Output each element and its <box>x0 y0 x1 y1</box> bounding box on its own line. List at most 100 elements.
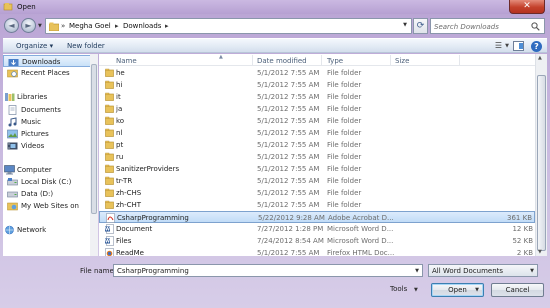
file-list-scrollbar[interactable]: ▲ ▼ <box>535 54 547 256</box>
file-type-filter-value: All Word Documents <box>432 267 504 275</box>
file-type: Firefox HTML Doc... <box>327 249 395 256</box>
help-button[interactable]: ? <box>531 41 542 52</box>
folder-icon <box>105 128 114 139</box>
file-row[interactable]: W Files 7/24/2012 8:54 AM Microsoft Word D.… <box>99 235 535 247</box>
column-type[interactable]: Type <box>327 57 343 65</box>
file-row[interactable]: he 5/1/2012 7:55 AM File folder <box>99 67 535 79</box>
music-icon <box>8 117 17 127</box>
nav-item-downloads[interactable]: Downloads <box>3 55 97 67</box>
file-row[interactable]: ru 5/1/2012 7:55 AM File folder <box>99 151 535 163</box>
file-name-label: File name: <box>80 267 117 275</box>
column-size[interactable]: Size <box>395 57 409 65</box>
file-name-input[interactable] <box>117 266 407 276</box>
nav-item-music[interactable]: Music <box>3 116 97 128</box>
breadcrumb-downloads[interactable]: Downloads <box>123 22 161 30</box>
view-dropdown-icon[interactable]: ▼ <box>505 43 509 49</box>
title-bar: Open ✕ <box>0 0 550 14</box>
nav-item-pictures[interactable]: Pictures <box>3 128 97 140</box>
column-divider[interactable] <box>459 55 460 65</box>
file-row[interactable]: ko 5/1/2012 7:55 AM File folder <box>99 115 535 127</box>
nav-item-libraries[interactable]: Libraries <box>3 91 97 103</box>
nav-label: Recent Places <box>21 69 70 77</box>
file-name: ReadMe <box>116 249 144 256</box>
scroll-down-icon[interactable]: ▼ <box>538 249 542 255</box>
breadcrumb-arrow-icon[interactable]: ▸ <box>115 22 119 30</box>
breadcrumb-arrow-icon[interactable]: ▸ <box>165 22 169 30</box>
file-row[interactable]: it 5/1/2012 7:55 AM File folder <box>99 91 535 103</box>
file-row[interactable]: hi 5/1/2012 7:55 AM File folder <box>99 79 535 91</box>
tools-button[interactable]: Tools <box>390 285 407 293</box>
nav-item-network[interactable]: Network <box>3 224 97 236</box>
documents-icon <box>8 105 17 115</box>
refresh-button[interactable]: ⟳ <box>413 18 428 34</box>
file-type: File folder <box>327 69 362 77</box>
file-name-dropdown-icon[interactable]: ▼ <box>415 268 419 274</box>
file-name-combo[interactable]: ▼ <box>113 264 423 277</box>
breadcrumb-separator-icon[interactable]: » <box>61 22 65 30</box>
network-icon <box>5 225 14 235</box>
file-date: 5/1/2012 7:55 AM <box>257 201 320 209</box>
column-name[interactable]: Name <box>116 57 137 65</box>
file-name: ko <box>116 117 125 125</box>
search-icon[interactable] <box>531 22 540 31</box>
column-date-modified[interactable]: Date modified <box>257 57 307 65</box>
nav-item-local-disk[interactable]: Local Disk (C:) <box>3 176 97 188</box>
column-divider[interactable] <box>321 55 322 65</box>
nav-item-data-drive[interactable]: Data (D:) <box>3 188 97 200</box>
address-bar[interactable]: » Megha Goel ▸ Downloads ▸ ▼ <box>45 18 412 34</box>
downloads-folder-icon <box>8 59 19 66</box>
file-row[interactable]: ReadMe 5/1/2012 7:55 AM Firefox HTML Doc..… <box>99 247 535 256</box>
preview-pane-button[interactable] <box>513 41 524 51</box>
address-dropdown-icon[interactable]: ▼ <box>403 22 407 28</box>
folder-icon <box>105 140 114 151</box>
file-date: 5/1/2012 7:55 AM <box>257 69 320 77</box>
file-type-filter[interactable]: All Word Documents ▼ <box>428 264 538 277</box>
cancel-button[interactable]: Cancel <box>491 283 544 297</box>
close-button[interactable]: ✕ <box>509 0 545 14</box>
navigation-scrollbar[interactable] <box>90 54 98 256</box>
organize-button[interactable]: Organize ▾ <box>16 42 53 50</box>
nav-item-recent-places[interactable]: Recent Places <box>3 67 97 79</box>
file-name: it <box>116 93 121 101</box>
open-dropdown-icon[interactable]: ▼ <box>475 284 479 296</box>
file-row[interactable]: CsharpProgramming 5/22/2012 9:28 AM Adobe … <box>99 211 535 223</box>
search-box[interactable] <box>430 18 545 34</box>
open-button[interactable]: Open ▼ <box>431 283 484 297</box>
folder-icon <box>105 200 114 211</box>
tools-dropdown-icon[interactable]: ▼ <box>414 287 418 293</box>
forward-button[interactable]: ► <box>21 18 36 33</box>
folder-icon <box>105 176 114 187</box>
file-date: 5/1/2012 7:55 AM <box>257 105 320 113</box>
file-row[interactable]: pt 5/1/2012 7:55 AM File folder <box>99 139 535 151</box>
nav-item-videos[interactable]: Videos <box>3 140 97 152</box>
file-row[interactable]: zh-CHT 5/1/2012 7:55 AM File folder <box>99 199 535 211</box>
nav-item-computer[interactable]: Computer <box>3 164 97 176</box>
change-view-icon[interactable]: ☰ <box>495 41 502 50</box>
navigation-scroll-thumb[interactable] <box>91 64 97 214</box>
folder-icon <box>105 80 114 91</box>
nav-label: Downloads <box>22 58 61 66</box>
file-row[interactable]: zh-CHS 5/1/2012 7:55 AM File folder <box>99 187 535 199</box>
breadcrumb-megha-goel[interactable]: Megha Goel <box>69 22 111 30</box>
nav-item-my-web-sites[interactable]: My Web Sites on <box>3 200 97 212</box>
file-row[interactable]: W Document 7/27/2012 1:28 PM Microsoft Word… <box>99 223 535 235</box>
file-row[interactable]: ja 5/1/2012 7:55 AM File folder <box>99 103 535 115</box>
recent-places-icon <box>7 69 18 78</box>
pictures-icon <box>7 129 18 139</box>
search-input[interactable] <box>434 21 529 32</box>
nav-item-documents[interactable]: Documents <box>3 104 97 116</box>
file-row[interactable]: tr-TR 5/1/2012 7:55 AM File folder <box>99 175 535 187</box>
column-divider[interactable] <box>252 55 253 65</box>
back-button[interactable]: ◄ <box>4 18 19 33</box>
dialog-footer: File name: ▼ All Word Documents ▼ Tools … <box>0 257 550 308</box>
recent-pages-dropdown-icon[interactable]: ▼ <box>38 23 42 29</box>
column-divider[interactable] <box>390 55 391 65</box>
file-list-scroll-thumb[interactable] <box>537 75 546 251</box>
file-row[interactable]: SanitizerProviders 5/1/2012 7:55 AM File f… <box>99 163 535 175</box>
videos-icon <box>7 142 18 150</box>
file-type-dropdown-icon[interactable]: ▼ <box>530 268 534 274</box>
file-name: zh-CHT <box>116 201 142 209</box>
file-row[interactable]: nl 5/1/2012 7:55 AM File folder <box>99 127 535 139</box>
scroll-up-icon[interactable]: ▲ <box>538 55 542 61</box>
new-folder-button[interactable]: New folder <box>67 42 105 50</box>
